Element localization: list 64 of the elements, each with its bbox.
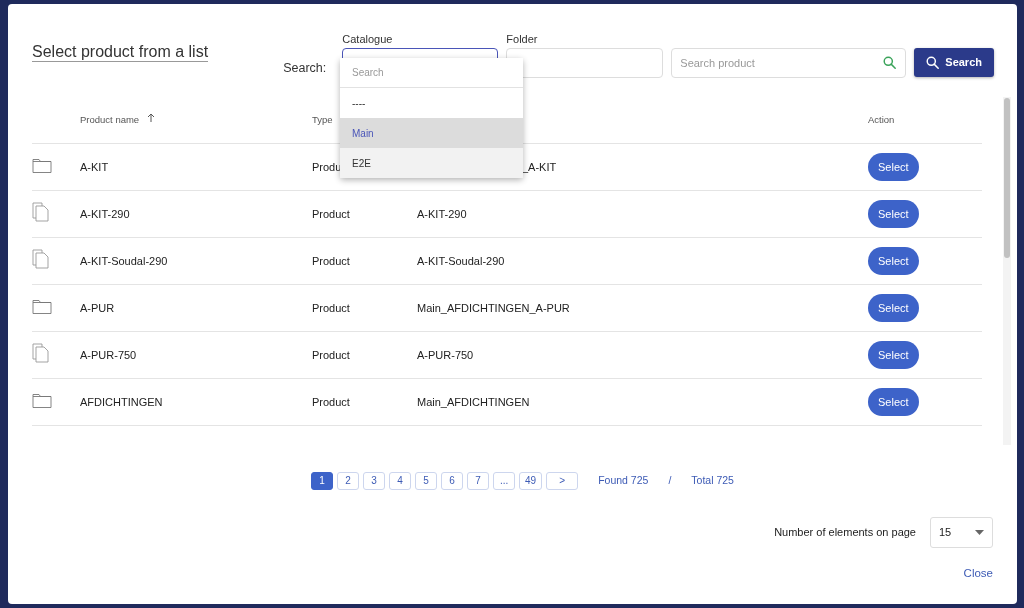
table-cell: Main_AFDICHTINGEN <box>417 395 530 408</box>
page-button[interactable]: 7 <box>467 472 490 490</box>
table-cell: A-KIT-Soudal-290 <box>80 254 168 267</box>
select-button[interactable]: Select <box>868 247 919 275</box>
table-cell: Product <box>312 254 350 267</box>
scrollbar[interactable] <box>1003 97 1011 445</box>
select-value: 15 <box>939 525 952 541</box>
dropdown-option[interactable]: Main <box>340 118 523 148</box>
select-button[interactable]: Select <box>868 294 919 322</box>
total-count[interactable]: Total 725 <box>691 473 734 489</box>
next-page-button[interactable]: > <box>546 472 579 490</box>
table-cell: Product <box>312 348 350 361</box>
search-icon <box>926 56 940 69</box>
table-cell: A-KIT-290 <box>80 207 130 220</box>
page-button[interactable]: 3 <box>363 472 386 490</box>
file-icon <box>32 201 50 222</box>
column-header: Product name <box>80 113 140 125</box>
dialog-title: Select product from a list <box>32 42 209 63</box>
select-button[interactable]: Select <box>868 341 919 369</box>
table-cell: A-KIT-290 <box>417 207 467 220</box>
close-link[interactable]: Close <box>963 565 993 583</box>
table-cell: _A-KIT <box>522 160 557 173</box>
table-cell: AFDICHTINGEN <box>80 395 163 408</box>
caret-icon <box>975 530 984 535</box>
page-button[interactable]: 49 <box>519 472 543 490</box>
separator: / <box>668 473 672 489</box>
page-button[interactable]: ... <box>493 472 516 490</box>
page-button[interactable]: 5 <box>415 472 438 490</box>
table-cell: A-PUR <box>80 301 115 314</box>
product-search-field[interactable]: Search product <box>671 48 907 78</box>
select-button[interactable]: Select <box>868 388 919 416</box>
table-cell: Product <box>312 207 350 220</box>
table-cell: Main_AFDICHTINGEN_A-PUR <box>417 301 570 314</box>
select-button[interactable]: Select <box>868 153 919 181</box>
search-label: Search: <box>283 60 327 77</box>
file-icon <box>32 248 50 269</box>
dropdown-option[interactable]: E2E <box>340 148 523 178</box>
dropdown-search-field[interactable]: Search <box>340 58 523 88</box>
search-icon <box>883 56 897 69</box>
page-size-select[interactable]: 15 <box>930 517 993 548</box>
page-button[interactable]: 1 <box>311 472 334 490</box>
table-cell: A-KIT-Soudal-290 <box>417 254 505 267</box>
column-header: Type <box>312 113 333 125</box>
page-button[interactable]: 2 <box>337 472 360 490</box>
table-cell: Product <box>312 395 350 408</box>
dropdown-option[interactable]: ---- <box>340 88 523 118</box>
table-cell: A-KIT <box>80 160 109 173</box>
table-cell: A-PUR-750 <box>80 348 137 361</box>
table-cell: A-PUR-750 <box>417 348 474 361</box>
search-button[interactable]: Search <box>914 48 994 77</box>
table-cell: Product <box>312 301 350 314</box>
page-button[interactable]: 6 <box>441 472 464 490</box>
found-count[interactable]: Found 725 <box>598 473 649 489</box>
folder-icon <box>32 391 52 408</box>
page-size-label: Number of elements on page <box>774 525 916 541</box>
page-button[interactable]: 4 <box>389 472 412 490</box>
select-button[interactable]: Select <box>868 200 919 228</box>
field-label: Catalogue <box>342 32 394 47</box>
column-header: Action <box>868 113 895 125</box>
file-icon <box>32 342 50 363</box>
folder-icon <box>32 156 52 173</box>
folder-icon <box>32 297 52 314</box>
field-label: Folder <box>506 32 539 47</box>
folder-field[interactable] <box>506 48 664 78</box>
